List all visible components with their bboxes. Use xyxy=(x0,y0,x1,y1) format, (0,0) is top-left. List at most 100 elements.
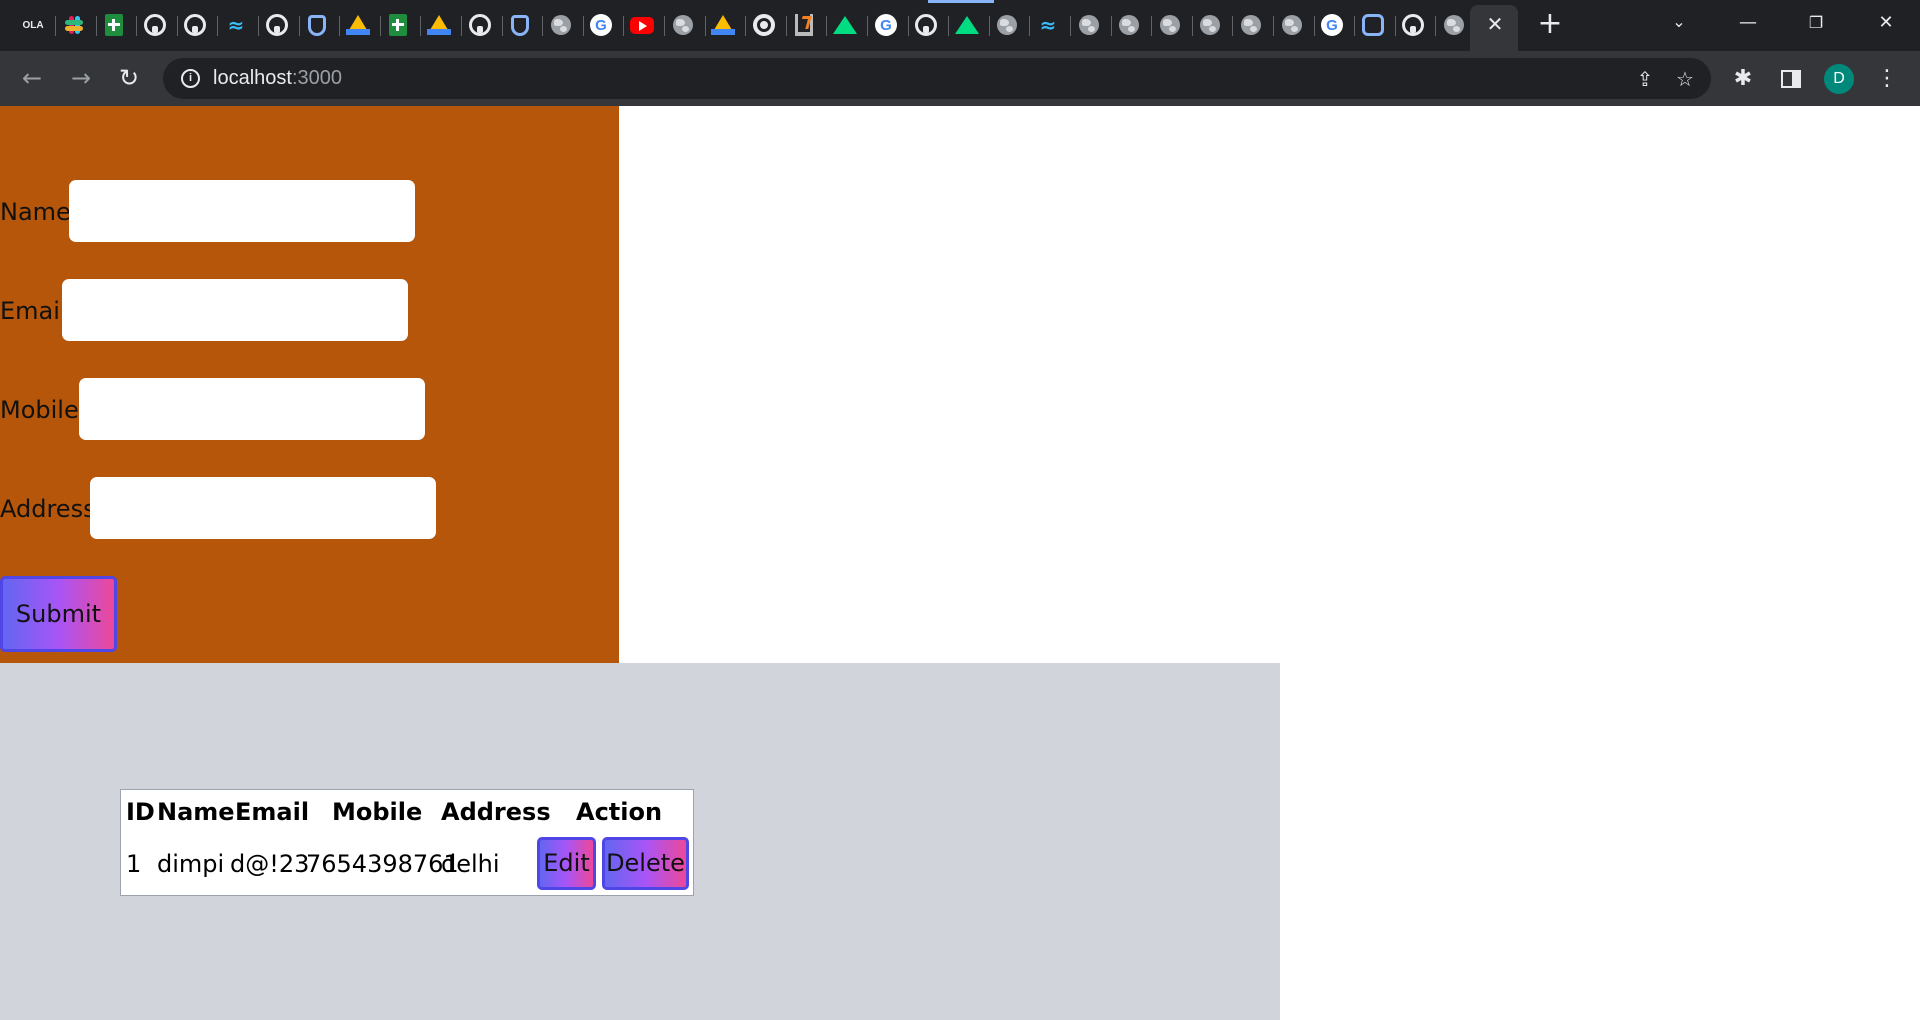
github-icon-glyph xyxy=(266,14,288,36)
github-icon[interactable] xyxy=(182,12,208,38)
shield-icon-glyph xyxy=(308,14,326,36)
tab-separator xyxy=(948,16,949,36)
tab-separator xyxy=(1232,16,1233,36)
globe-icon[interactable] xyxy=(1157,12,1183,38)
name-input[interactable] xyxy=(69,180,415,242)
globe-icon[interactable] xyxy=(994,12,1020,38)
globe-icon[interactable] xyxy=(1116,12,1142,38)
tab-separator xyxy=(786,16,787,36)
column-header-mobile: Mobile xyxy=(332,798,423,826)
github-icon-glyph xyxy=(469,14,491,36)
globe-icon[interactable] xyxy=(548,12,574,38)
url-host: localhost xyxy=(213,67,292,89)
tab-separator xyxy=(745,16,746,36)
drive-icon[interactable] xyxy=(710,12,736,38)
tailwind-icon-glyph: ≈ xyxy=(227,13,245,37)
nuxt-icon[interactable] xyxy=(832,12,858,38)
extensions-puzzle-icon[interactable]: ✱ xyxy=(1729,65,1757,93)
github-icon[interactable] xyxy=(142,12,168,38)
google-icon[interactable]: G xyxy=(1319,12,1345,38)
user-form: Name: Email: Mobile: Address: Submit xyxy=(0,106,619,663)
tab-strip: OLA ≈ G G ≈ G ✕ + ⌄ — ❐ ✕ xyxy=(0,0,1920,51)
chrome-icon[interactable] xyxy=(751,12,777,38)
sheets-icon-glyph xyxy=(389,14,407,36)
globe-icon[interactable] xyxy=(670,12,696,38)
address-input[interactable] xyxy=(90,477,436,539)
tab-separator xyxy=(826,16,827,36)
mobile-input[interactable] xyxy=(79,378,425,440)
tab-separator xyxy=(623,16,624,36)
globe-icon-glyph xyxy=(1241,15,1261,35)
close-window-icon[interactable]: ✕ xyxy=(1871,8,1901,38)
google-icon[interactable]: G xyxy=(588,12,614,38)
chrome-icon-glyph xyxy=(753,14,775,36)
google-icon[interactable]: G xyxy=(873,12,899,38)
restore-icon[interactable]: ❐ xyxy=(1801,8,1831,38)
url-text[interactable]: localhost:3000 xyxy=(213,67,342,90)
google-icon-glyph: G xyxy=(1321,14,1343,36)
address-label: Address: xyxy=(0,495,104,523)
tab-separator xyxy=(258,16,259,36)
shield-icon[interactable] xyxy=(304,12,330,38)
nuxt-icon-glyph xyxy=(833,16,857,34)
nuxt-icon[interactable] xyxy=(954,12,980,38)
ola-icon[interactable]: OLA xyxy=(20,12,46,38)
share-icon[interactable]: ⇪ xyxy=(1633,67,1657,91)
cell-address: delhi xyxy=(441,850,500,878)
tailwind-icon[interactable]: ≈ xyxy=(1035,12,1061,38)
globe-icon[interactable] xyxy=(1238,12,1264,38)
tab-separator xyxy=(1395,16,1396,36)
minimize-icon[interactable]: — xyxy=(1733,8,1763,38)
youtube-icon[interactable] xyxy=(629,12,655,38)
drive-icon-glyph xyxy=(346,15,370,35)
tailwind-icon-glyph: ≈ xyxy=(1039,13,1057,37)
side-panel-icon[interactable] xyxy=(1781,70,1801,88)
tab-separator xyxy=(420,16,421,36)
tab-separator xyxy=(1273,16,1274,36)
column-header-email: Email xyxy=(235,798,310,826)
globe-icon[interactable] xyxy=(1197,12,1223,38)
bookmark-star-icon[interactable]: ☆ xyxy=(1673,67,1697,91)
back-arrow-icon[interactable]: ← xyxy=(16,63,48,95)
slack-icon[interactable] xyxy=(61,12,87,38)
new-tab-button[interactable]: + xyxy=(1535,9,1565,40)
tab-search-chevron-icon[interactable]: ⌄ xyxy=(1667,12,1691,36)
tab-separator xyxy=(1354,16,1355,36)
drive-icon[interactable] xyxy=(426,12,452,38)
email-input[interactable] xyxy=(62,279,408,341)
shield-icon[interactable] xyxy=(507,12,533,38)
shield-icon-glyph xyxy=(511,14,529,36)
forward-arrow-icon[interactable]: → xyxy=(65,63,97,95)
link-icon[interactable] xyxy=(1360,12,1386,38)
github-icon[interactable] xyxy=(913,12,939,38)
tab-separator xyxy=(1151,16,1152,36)
globe-icon[interactable] xyxy=(1076,12,1102,38)
stackoverflow-icon[interactable] xyxy=(791,12,817,38)
tab-separator xyxy=(583,16,584,36)
globe-icon[interactable] xyxy=(1279,12,1305,38)
sheets-icon[interactable] xyxy=(385,12,411,38)
drive-icon[interactable] xyxy=(345,12,371,38)
tailwind-icon[interactable]: ≈ xyxy=(223,12,249,38)
github-icon[interactable] xyxy=(264,12,290,38)
submit-button[interactable]: Submit xyxy=(0,576,117,652)
reload-icon[interactable]: ↻ xyxy=(113,63,145,95)
browser-menu-icon[interactable]: ⋮ xyxy=(1873,65,1901,93)
globe-icon-glyph xyxy=(1200,15,1220,35)
address-bar[interactable]: i localhost:3000 ⇪ ☆ xyxy=(163,58,1711,99)
github-icon-glyph xyxy=(1402,14,1424,36)
site-info-icon[interactable]: i xyxy=(181,69,200,88)
cell-name: dimpi xyxy=(157,850,225,878)
column-header-address: Address xyxy=(441,798,551,826)
github-icon[interactable] xyxy=(467,12,493,38)
github-icon[interactable] xyxy=(1400,12,1426,38)
globe-icon[interactable] xyxy=(1441,12,1467,38)
sheets-icon-glyph xyxy=(105,14,123,36)
edit-button[interactable]: Edit xyxy=(537,837,596,890)
google-icon-glyph: G xyxy=(590,14,612,36)
delete-button[interactable]: Delete xyxy=(602,837,689,890)
close-tab-icon[interactable]: ✕ xyxy=(1484,13,1506,35)
profile-avatar[interactable]: D xyxy=(1824,64,1854,94)
sheets-icon[interactable] xyxy=(101,12,127,38)
cell-id: 1 xyxy=(126,850,142,878)
